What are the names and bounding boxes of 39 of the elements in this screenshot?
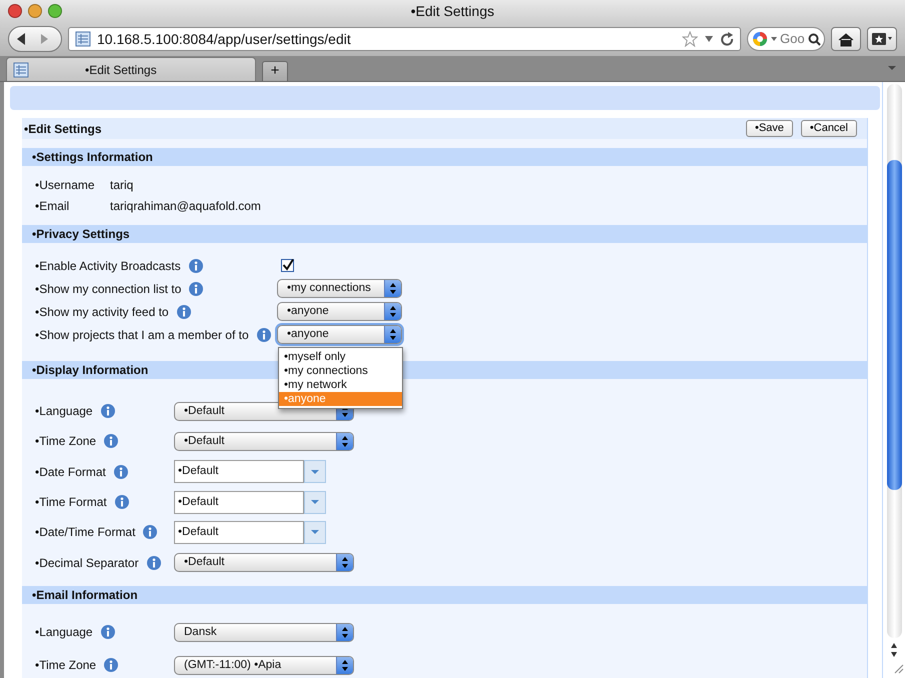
combo-field[interactable]: •Default — [174, 490, 304, 514]
field-label: •Time Zone — [35, 433, 96, 450]
field-value: tariq — [110, 176, 134, 194]
combo-field[interactable]: •Default — [174, 460, 304, 484]
select-field[interactable]: •Default — [174, 432, 354, 451]
dropdown-option[interactable]: •myself only — [279, 350, 402, 364]
field-label: •Language — [35, 403, 93, 420]
field-label: •Show projects that I am a member of to — [35, 326, 249, 344]
field-label: •Time Format — [35, 494, 107, 512]
field-label: •Username — [35, 176, 95, 194]
new-tab-button[interactable]: + — [262, 61, 288, 81]
form-title: •Edit Settings — [24, 120, 103, 138]
search-field[interactable]: Goo — [747, 27, 825, 51]
field-label: •Show my connection list to — [35, 280, 182, 298]
select-field[interactable]: Dansk — [174, 622, 354, 642]
section-header: •Privacy Settings — [22, 225, 867, 243]
tab[interactable]: •Edit Settings — [6, 57, 256, 81]
section-header: •Email Information — [22, 586, 867, 604]
field-label: •Show my activity feed to — [35, 304, 169, 320]
field-label: •Date/Time Format — [35, 524, 136, 542]
address-field[interactable]: 10.168.5.100:8084/app/user/settings/edit — [68, 27, 741, 51]
field-label: •Date Format — [35, 464, 106, 481]
window-title: •Edit Settings — [410, 3, 494, 19]
dropdown-option[interactable]: •my connections — [279, 364, 402, 378]
save-button[interactable]: •Save — [746, 120, 793, 137]
section-header: •Settings Information — [22, 148, 867, 166]
select-field[interactable]: (GMT:-11:00) •Apia — [174, 656, 354, 675]
field-label: •Decimal Separator — [35, 554, 139, 572]
select-field[interactable]: •anyone — [277, 302, 402, 321]
field-label: •Enable Activity Broadcasts — [35, 258, 181, 274]
field-label: •Language — [35, 624, 93, 642]
cancel-button[interactable]: •Cancel — [800, 120, 857, 137]
field-label: •Time Zone — [35, 657, 96, 674]
field-label: •Email — [35, 198, 70, 214]
combo-field[interactable]: •Default — [174, 520, 304, 544]
select-field[interactable]: •my connections — [277, 279, 402, 298]
select-field[interactable]: •Default — [174, 553, 354, 572]
field-value: tariqrahiman@aquafold.com — [110, 198, 261, 214]
dropdown-option[interactable]: •my network — [279, 378, 402, 392]
